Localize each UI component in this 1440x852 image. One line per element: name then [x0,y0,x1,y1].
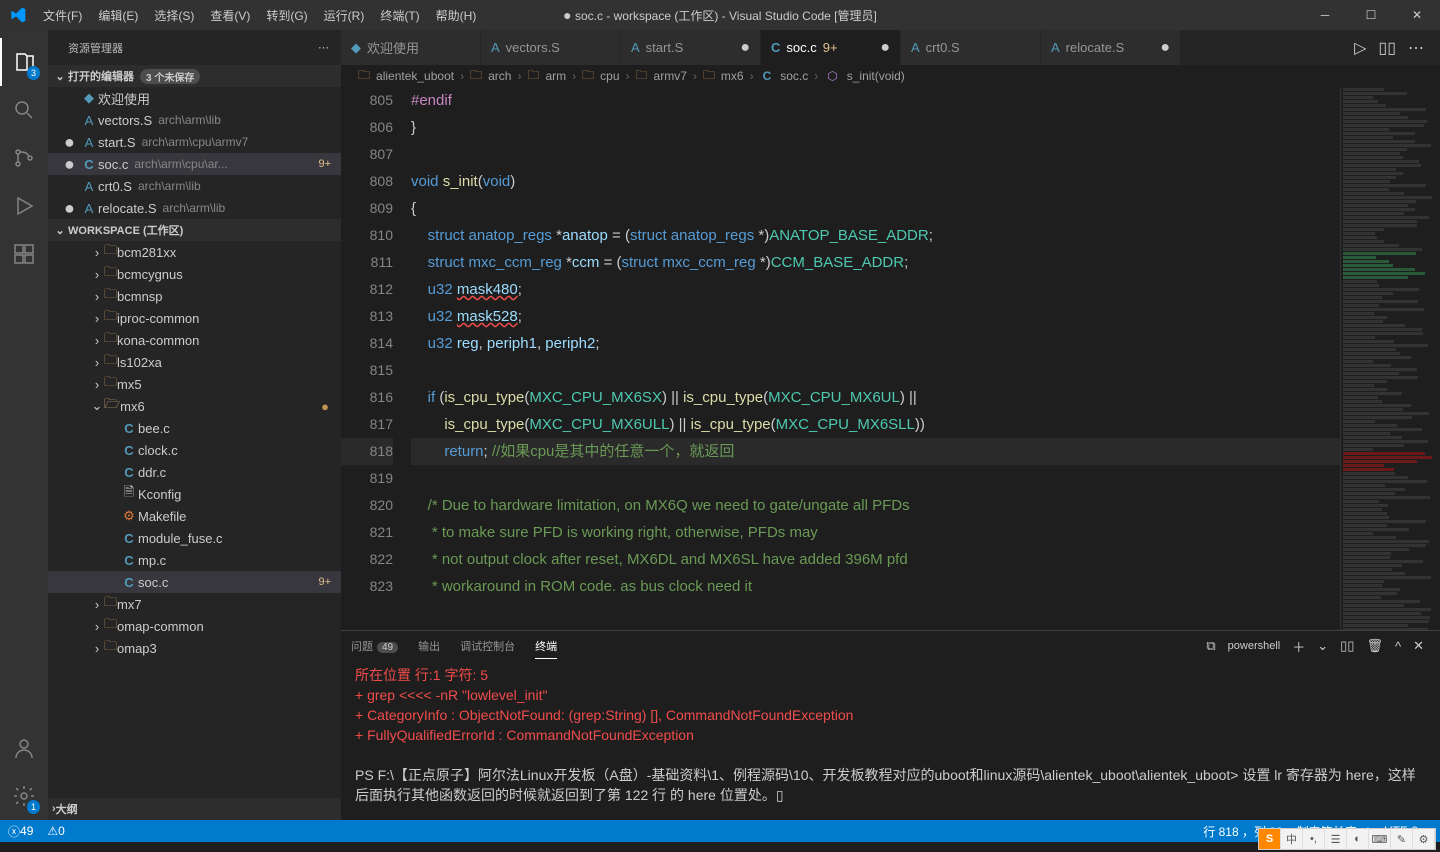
new-terminal-button[interactable]: ＋ [1292,637,1305,656]
split-terminal-icon[interactable]: ▯▯ [1340,638,1354,654]
open-editor-item[interactable]: ● Arelocate.Sarch\arm\lib [48,197,341,219]
maximize-panel-icon[interactable]: ^ [1395,639,1401,654]
tab-more-icon[interactable]: ⋯ [1408,38,1424,58]
title-bar: 文件(F)编辑(E)选择(S)查看(V)转到(G)运行(R)终端(T)帮助(H)… [0,0,1440,30]
tree-folder[interactable]: ›🗀omap-common [48,615,341,637]
terminal[interactable]: 所在位置 行:1 字符: 5+ grep <<<< -nR "lowlevel_… [341,661,1440,820]
close-panel-icon[interactable]: ✕ [1413,638,1424,654]
ime-toolbar[interactable]: S 中•,☰◐⌨✎⚙ [1258,828,1436,850]
tree-folder[interactable]: ⌄🗁mx6● [48,395,341,417]
tree-folder[interactable]: ›🗀omap3 [48,637,341,659]
open-editor-item[interactable]: ● Acrt0.Sarch\arm\lib [48,175,341,197]
bottom-panel: 问题49 输出 调试控制台 终端 ⧉ powershell ＋ ⌄ ▯▯ 🗑 ^… [341,630,1440,820]
tree-folder[interactable]: ›🗀mx7 [48,593,341,615]
editor-tab[interactable]: Arelocate.S● [1041,30,1181,65]
editor-tab[interactable]: Avectors.S [481,30,621,65]
open-editor-item[interactable]: ● Csoc.carch\arm\cpu\ar... 9+ [48,153,341,175]
tab-problems[interactable]: 问题49 [351,634,398,658]
status-bar: ⓧ 49 ⚠ 0 行 818 ，列 36 制表符长度: 4 UTF-8 [0,820,1440,842]
status-errors[interactable]: ⓧ 49 [8,823,33,840]
terminal-shell-icon[interactable]: ⧉ [1206,638,1215,654]
tree-folder[interactable]: ›🗀kona-common [48,329,341,351]
editor-tabs: ◆欢迎使用 Avectors.S Astart.S● Csoc.c9+● Acr… [341,30,1440,65]
tree-file[interactable]: Cbee.c [48,417,341,439]
line-numbers: 8058068078088098108118128138148158168178… [341,87,411,630]
sidebar-title: 资源管理器 [68,40,123,56]
open-editor-item[interactable]: ● Astart.Sarch\arm\cpu\armv7 [48,131,341,153]
tree-file[interactable]: Cmp.c [48,549,341,571]
unsaved-badge: 3 个未保存 [140,69,200,84]
menu-item[interactable]: 帮助(H) [428,7,485,24]
settings-gear-icon[interactable]: 1 [0,772,48,820]
activity-bar: 3 1 [0,30,48,820]
tree-folder[interactable]: ›🗀bcmnsp [48,285,341,307]
run-debug-icon[interactable] [0,182,48,230]
tree-file[interactable]: Cddr.c [48,461,341,483]
menu-item[interactable]: 选择(S) [146,7,202,24]
minimize-button[interactable]: ─ [1302,0,1348,30]
status-warnings[interactable]: ⚠ 0 [47,824,64,838]
menu-item[interactable]: 编辑(E) [90,7,146,24]
menu-item[interactable]: 运行(R) [316,7,373,24]
tree-folder[interactable]: ›🗀iproc-common [48,307,341,329]
tab-terminal[interactable]: 终端 [535,634,557,659]
close-button[interactable]: ✕ [1394,0,1440,30]
outline-header[interactable]: ›大纲 [48,798,341,820]
menu-item[interactable]: 文件(F) [35,7,90,24]
code-editor[interactable]: #endif} void s_init(void){ struct anatop… [411,87,1340,630]
sidebar-more-icon[interactable]: ⋯ [318,41,329,54]
tree-folder[interactable]: ›🗀bcm281xx [48,241,341,263]
window-title: ● soc.c - workspace (工作区) - Visual Studi… [563,7,877,24]
editor-tab[interactable]: Astart.S● [621,30,761,65]
tree-file[interactable]: ⚙Makefile [48,505,341,527]
open-editor-item[interactable]: ● Avectors.Sarch\arm\lib [48,109,341,131]
tree-file[interactable]: Cmodule_fuse.c [48,527,341,549]
workspace-header[interactable]: ⌄WORKSPACE (工作区) [48,219,341,241]
menu-item[interactable]: 查看(V) [202,7,258,24]
source-control-icon[interactable] [0,134,48,182]
app-menu[interactable]: 文件(F)编辑(E)选择(S)查看(V)转到(G)运行(R)终端(T)帮助(H) [35,7,484,24]
settings-badge: 1 [27,800,40,814]
split-editor-icon[interactable]: ▯▯ [1378,38,1396,58]
vscode-logo-icon [0,7,35,23]
sogou-icon[interactable]: S [1259,829,1281,849]
menu-item[interactable]: 终端(T) [372,7,427,24]
account-icon[interactable] [0,724,48,772]
explorer-badge: 3 [27,66,40,80]
tree-folder[interactable]: ›🗀bcmcygnus [48,263,341,285]
tab-output[interactable]: 输出 [418,634,440,658]
tree-folder[interactable]: ›🗀mx5 [48,373,341,395]
editor-tab[interactable]: Csoc.c9+● [761,30,901,65]
terminal-dropdown-icon[interactable]: ⌄ [1317,638,1328,654]
kill-terminal-icon[interactable]: 🗑 [1366,638,1383,654]
editor-tab[interactable]: Acrt0.S [901,30,1041,65]
explorer-icon[interactable]: 3 [0,38,48,86]
maximize-button[interactable]: ☐ [1348,0,1394,30]
tree-file[interactable]: 🗎Kconfig [48,483,341,505]
open-editors-header[interactable]: ⌄打开的编辑器 3 个未保存 [48,65,341,87]
menu-item[interactable]: 转到(G) [258,7,315,24]
open-editor-item[interactable]: ● ◆欢迎使用 [48,87,341,109]
minimap[interactable] [1340,87,1440,630]
tab-debug-console[interactable]: 调试控制台 [460,634,515,658]
editor-tab[interactable]: ◆欢迎使用 [341,30,481,65]
tree-file[interactable]: Cclock.c [48,439,341,461]
terminal-shell-label[interactable]: powershell [1228,640,1281,652]
sidebar: 资源管理器 ⋯ ⌄打开的编辑器 3 个未保存 ● ◆欢迎使用 ● Avector… [48,30,341,820]
breadcrumb[interactable]: 🗀 alientek_uboot›🗀 arch›🗀 arm›🗀 cpu›🗀 ar… [341,65,1440,87]
tree-file[interactable]: Csoc.c9+ [48,571,341,593]
extensions-icon[interactable] [0,230,48,278]
tree-folder[interactable]: ›🗀ls102xa [48,351,341,373]
run-icon[interactable]: ▷ [1354,38,1366,58]
search-icon[interactable] [0,86,48,134]
